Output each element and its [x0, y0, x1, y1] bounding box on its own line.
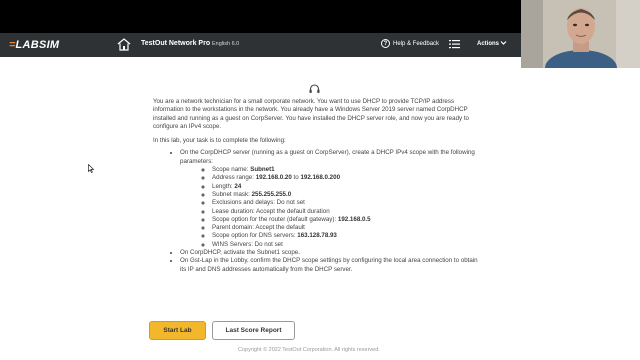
param-item: Subnet mask: 255.255.255.0 — [212, 191, 478, 199]
param-item: Length: 24 — [212, 183, 478, 191]
param-label: Scope option for the router (default gat… — [212, 215, 338, 223]
param-value: 163.128.78.93 — [297, 232, 337, 240]
question-circle-icon: ? — [381, 39, 390, 48]
mouse-cursor-icon — [88, 164, 94, 173]
param-item: Lease duration: Accept the default durat… — [212, 208, 478, 216]
param-label: Scope option for DNS servers: — [212, 232, 298, 240]
task-text: On the CorpDHCP server (running as a gue… — [180, 149, 475, 165]
param-item: Scope name: Subnet1 — [212, 166, 478, 174]
list-icon[interactable] — [449, 39, 460, 49]
help-feedback-button[interactable]: ? Help & Feedback — [381, 39, 439, 48]
lab-intro: You are a network technician for a small… — [153, 98, 469, 130]
home-icon[interactable] — [117, 38, 131, 51]
webcam-overlay — [521, 0, 640, 68]
param-item: WINS Servers: Do not set — [212, 241, 478, 249]
param-item: Scope option for the router (default gat… — [212, 216, 478, 224]
labsim-logo[interactable]: = LABSIM — [9, 39, 59, 51]
webcam-person-image — [521, 0, 640, 68]
task-list: On the CorpDHCP server (running as a gue… — [180, 149, 478, 273]
last-score-report-button[interactable]: Last Score Report — [212, 321, 295, 340]
param-value: 255.255.255.0 — [251, 190, 292, 198]
help-feedback-label: Help & Feedback — [393, 40, 440, 47]
param-value: 192.168.0.200 — [300, 174, 341, 182]
param-label: Scope name: — [212, 166, 251, 174]
course-version: English 6.0 — [212, 41, 240, 47]
actions-menu-button[interactable]: Actions — [477, 41, 499, 47]
headset-icon[interactable] — [309, 84, 320, 94]
param-value: 192.168.0.20 — [255, 174, 292, 182]
param-value: 24 — [234, 182, 242, 190]
lab-instructions: You are a network technician for a small… — [153, 98, 478, 274]
param-item: Address range: 192.168.0.20 to 192.168.0… — [212, 174, 478, 182]
task-item: On CorpDHCP, activate the Subnet1 scope. — [180, 249, 478, 257]
param-list: Scope name: Subnet1 Address range: 192.1… — [212, 166, 478, 249]
copyright-text: Copyright © 2022 TestOut Corporation. Al… — [238, 347, 380, 353]
logo-text: LABSIM — [15, 39, 60, 51]
param-item: Exclusions and delays: Do not set — [212, 199, 478, 207]
param-item: Parent domain: Accept the default — [212, 224, 478, 232]
start-lab-button[interactable]: Start Lab — [149, 321, 206, 340]
chevron-down-icon[interactable] — [500, 40, 507, 46]
task-lead: In this lab, your task is to complete th… — [153, 137, 286, 145]
task-item: On Gst-Lap in the Lobby, confirm the DHC… — [180, 257, 478, 274]
param-item: Scope option for DNS servers: 163.128.78… — [212, 232, 478, 240]
param-label: Length: — [212, 182, 235, 190]
param-value: 192.168.0.5 — [337, 215, 371, 223]
course-title: TestOut Network Pro — [141, 40, 211, 47]
param-label: Address range: — [212, 174, 256, 182]
param-label: Subnet mask: — [212, 190, 252, 198]
task-item: On the CorpDHCP server (running as a gue… — [180, 149, 478, 249]
logo-mark: = — [9, 39, 16, 51]
param-value: Subnet1 — [250, 166, 275, 174]
